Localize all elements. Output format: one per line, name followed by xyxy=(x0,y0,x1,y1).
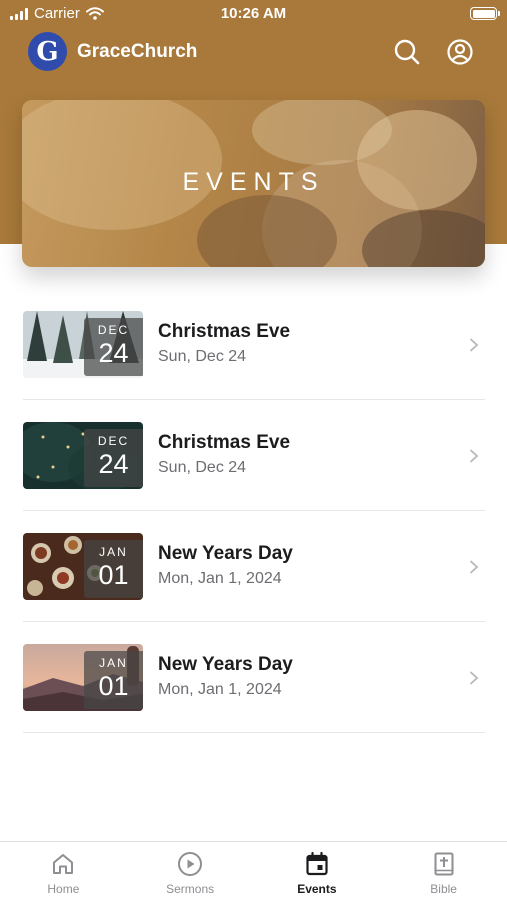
chevron-right-icon xyxy=(470,560,479,574)
event-title: New Years Day xyxy=(158,654,293,675)
tab-bible[interactable]: Bible xyxy=(380,842,507,900)
event-month: DEC xyxy=(97,323,130,337)
search-button[interactable] xyxy=(392,37,422,67)
tab-label: Sermons xyxy=(166,882,215,896)
tab-home[interactable]: Home xyxy=(0,842,127,900)
event-day: 01 xyxy=(98,560,129,590)
app-bar: G GraceChurch xyxy=(0,30,507,76)
event-day: 01 xyxy=(98,671,129,701)
tab-sermons[interactable]: Sermons xyxy=(127,842,254,900)
date-badge: JAN 01 xyxy=(84,651,143,709)
profile-icon xyxy=(447,39,473,65)
event-day: 24 xyxy=(98,338,129,368)
event-item[interactable]: JAN 01 New Years Day Mon, Jan 1, 2024 xyxy=(0,622,507,733)
chevron-right-icon xyxy=(470,338,479,352)
date-badge: JAN 01 xyxy=(84,540,143,598)
tab-label: Home xyxy=(47,882,80,896)
bible-icon xyxy=(434,852,454,876)
banner-title: EVENTS xyxy=(182,168,325,196)
tab-label: Events xyxy=(297,882,337,896)
event-title: Christmas Eve xyxy=(158,321,291,342)
event-date: Mon, Jan 1, 2024 xyxy=(158,681,282,698)
tab-events[interactable]: Events xyxy=(254,842,381,900)
event-thumbnail: DEC 24 xyxy=(23,311,143,378)
event-thumbnail: DEC 24 xyxy=(23,422,143,489)
event-month: JAN xyxy=(99,545,128,559)
home-icon xyxy=(53,854,74,874)
church-logo[interactable]: G xyxy=(28,32,67,71)
tab-bar: Home Sermons Events Bible xyxy=(0,841,507,900)
play-circle-icon xyxy=(178,852,203,876)
event-item[interactable]: JAN 01 New Years Day Mon, Jan 1, 2024 xyxy=(0,511,507,622)
event-date: Sun, Dec 24 xyxy=(158,459,247,476)
chevron-right-icon xyxy=(470,449,479,463)
search-icon xyxy=(394,39,420,65)
event-thumbnail: JAN 01 xyxy=(23,533,143,600)
event-date: Mon, Jan 1, 2024 xyxy=(158,570,282,587)
event-month: JAN xyxy=(99,656,128,670)
chevron-right-icon xyxy=(470,671,479,685)
calendar-icon xyxy=(306,851,328,876)
status-bar: Carrier 10:26 AM xyxy=(0,0,507,30)
event-day: 24 xyxy=(98,449,129,479)
tab-label: Bible xyxy=(430,882,457,896)
date-badge: DEC 24 xyxy=(84,318,143,376)
event-item[interactable]: DEC 24 Christmas Eve Sun, Dec 24 xyxy=(0,400,507,511)
app-title: GraceChurch xyxy=(77,41,198,62)
event-item[interactable]: DEC 24 Christmas Eve Sun, Dec 24 xyxy=(0,289,507,400)
status-time: 10:26 AM xyxy=(220,5,287,22)
event-date: Sun, Dec 24 xyxy=(158,348,247,365)
events-banner: EVENTS xyxy=(22,100,485,267)
event-title: Christmas Eve xyxy=(158,432,291,453)
profile-button[interactable] xyxy=(445,37,475,67)
battery-icon xyxy=(470,7,500,20)
event-list: DEC 24 Christmas Eve Sun, Dec 24 DEC 24 … xyxy=(0,289,507,733)
event-month: DEC xyxy=(97,434,130,448)
event-thumbnail: JAN 01 xyxy=(23,644,143,711)
date-badge: DEC 24 xyxy=(84,429,143,487)
event-title: New Years Day xyxy=(158,543,293,564)
